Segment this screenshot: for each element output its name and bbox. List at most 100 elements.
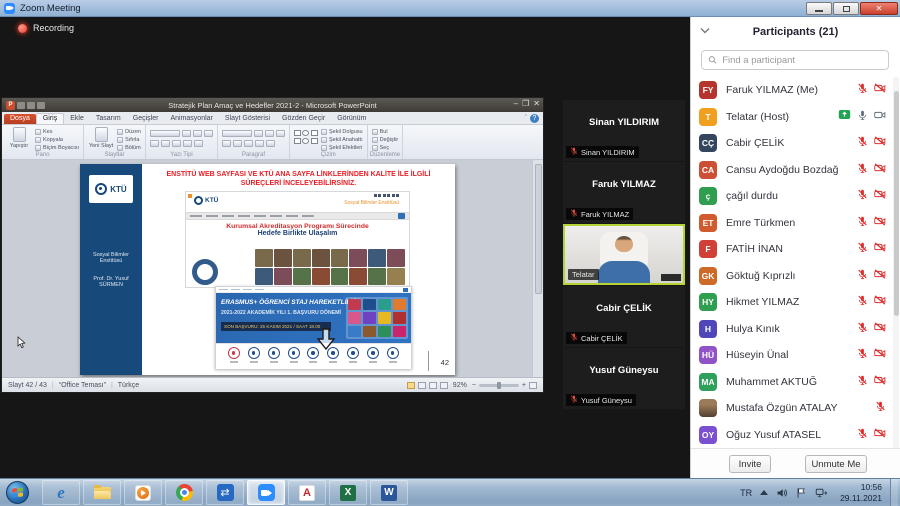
video-name-label: Yusuf Güneysu (566, 394, 636, 406)
participant-row[interactable]: MAMuhammet AKTUĞ (691, 369, 894, 396)
video-off-icon (874, 293, 886, 311)
participant-row[interactable]: FYFaruk YILMAZ (Me) (691, 77, 894, 104)
video-off-icon (874, 161, 886, 179)
close-button[interactable]: ✕ (860, 2, 898, 15)
participant-name: Emre Türkmen (726, 217, 853, 229)
ppt-tab-ekle: Ekle (64, 114, 90, 124)
taskbar-excel-icon[interactable]: X (329, 480, 367, 505)
help-icon: ? (530, 114, 539, 123)
search-input[interactable] (722, 55, 882, 66)
windows-orb-icon (6, 481, 29, 504)
participant-row[interactable]: OYOğuz Yusuf ATASEL (691, 422, 894, 449)
ppt-window-controls: –❐✕ (514, 99, 540, 108)
mic-muted-icon (857, 267, 868, 285)
avatar: CA (699, 161, 717, 179)
participant-row[interactable]: HÜ Hüseyin Ünal (691, 342, 894, 369)
participant-row[interactable]: GKGöktuğ Kıprızlı (691, 263, 894, 290)
avatar: H (699, 320, 717, 338)
taskbar-file-explorer-icon[interactable] (83, 480, 121, 505)
video-off-icon (874, 320, 886, 338)
taskbar-word-icon[interactable]: W (370, 480, 408, 505)
taskbar-media-player-icon[interactable] (124, 480, 162, 505)
video-name-label: Telatar (568, 269, 599, 280)
video-tile-telatar[interactable]: Telatar (563, 224, 685, 285)
taskbar-chrome-icon[interactable] (165, 480, 203, 505)
slide-number: 42 (441, 358, 449, 367)
video-name-label: Sinan YILDIRIM (566, 146, 639, 158)
mic-muted-icon (857, 373, 868, 391)
video-off-icon (874, 187, 886, 205)
window-title: Zoom Meeting (20, 3, 81, 14)
participants-scrollbar[interactable] (893, 77, 899, 448)
start-button[interactable] (0, 479, 34, 506)
taskbar-teamviewer-icon[interactable]: ⇄ (206, 480, 244, 505)
avatar: HÜ (699, 346, 717, 364)
video-tile-sinan-yildirim[interactable]: Sinan YILDIRIMSinan YILDIRIM (563, 100, 685, 161)
participant-row[interactable]: Mustafa Özgün ATALAY (691, 395, 894, 422)
language-indicator[interactable]: TR (740, 488, 752, 498)
restore-button[interactable] (833, 2, 859, 15)
slide-institute: Sosyal Bilimler Enstitüsü (83, 252, 139, 264)
participant-row[interactable]: HYHikmet YILMAZ (691, 289, 894, 316)
volume-icon[interactable] (776, 487, 788, 499)
invite-button[interactable]: Invite (729, 455, 771, 473)
avatar (699, 399, 717, 417)
fit-to-window-icon (529, 382, 537, 389)
taskbar-internet-explorer-icon[interactable]: e (42, 480, 80, 505)
hidden-icons-arrow[interactable] (760, 490, 768, 495)
taskbar-acrobat-reader-icon[interactable]: A (288, 480, 326, 505)
system-tray: TR 10:56 29.11.2021 (740, 479, 900, 506)
shared-screen-powerpoint: P Stratejik Plan Amaç ve Hedefler 2021-2… (2, 98, 543, 392)
participants-title: Participants (21) (691, 26, 900, 38)
muted-mic-icon (570, 395, 578, 405)
mic-muted-icon (857, 320, 868, 338)
quick-links-icons (216, 343, 411, 369)
participant-search[interactable] (701, 50, 889, 70)
ppt-zoom-level: 92% (453, 382, 467, 389)
action-center-flag-icon[interactable] (796, 487, 807, 499)
video-off-icon (874, 267, 886, 285)
participant-name: FATİH İNAN (726, 243, 853, 255)
video-tile-cabir-çeli̇k[interactable]: Cabir ÇELİKCabir ÇELİK (563, 286, 685, 347)
video-tile-faruk-yilmaz[interactable]: Faruk YILMAZFaruk YILMAZ (563, 162, 685, 223)
clock[interactable]: 10:56 29.11.2021 (840, 482, 882, 503)
ppt-ribbon: YapıştırKesKopyalaBiçim BoyacısıPanoYeni… (2, 125, 543, 160)
participant-row[interactable]: H Hulya Kınık (691, 316, 894, 343)
participant-row[interactable]: ETEmre Türkmen (691, 210, 894, 237)
taskbar-zoom-icon[interactable] (247, 480, 285, 505)
slide-side-band: KTÜ Sosyal Bilimler Enstitüsü Prof. Dr. … (80, 164, 142, 375)
participant-row[interactable]: CA Cansu Aydoğdu Bozdağ (691, 157, 894, 184)
ppt-tab-görünüm: Görünüm (331, 114, 372, 124)
participant-name: çağıl durdu (726, 190, 853, 202)
participant-name: Hüseyin Ünal (726, 349, 853, 361)
site-logo: KTÜ (194, 196, 218, 205)
video-tile-yusuf-güneysu[interactable]: Yusuf GüneysuYusuf Güneysu (563, 348, 685, 409)
social-icons (374, 194, 400, 197)
participant-name: Hulya Kınık (726, 323, 853, 335)
site-banner-line2: Hedefe Birlikte Ulaşalım (186, 230, 409, 237)
avatar: HY (699, 293, 717, 311)
video-off-icon (874, 346, 886, 364)
ppt-group-düzenleme: BulDeğiştirSeçDüzenleme (368, 125, 404, 159)
view-sorter-icon (418, 382, 426, 389)
ppt-tab-slayt-gösterisi: Slayt Gösterisi (219, 114, 276, 124)
ppt-tab-geçişler: Geçişler (127, 114, 165, 124)
video-off-icon (874, 426, 886, 444)
show-desktop-button[interactable] (890, 479, 898, 506)
participant-row[interactable]: FFATİH İNAN (691, 236, 894, 263)
participant-row[interactable]: ççağıl durdu (691, 183, 894, 210)
muted-mic-icon (570, 209, 578, 219)
ppt-tab-dosya: Dosya (4, 114, 36, 124)
avatar: FY (699, 81, 717, 99)
ppt-window-title: Stratejik Plan Amaç ve Hedefler 2021-2 -… (2, 101, 543, 110)
muted-mic-icon (570, 147, 578, 157)
unmute-me-button[interactable]: Unmute Me (805, 455, 867, 473)
participants-list: FYFaruk YILMAZ (Me)TTelatar (Host)CÇCabi… (691, 77, 894, 448)
avatar: GK (699, 267, 717, 285)
network-icon[interactable] (815, 487, 828, 499)
participant-name: Cansu Aydoğdu Bozdağ (726, 164, 853, 176)
slide: KTÜ Sosyal Bilimler Enstitüsü Prof. Dr. … (80, 164, 455, 375)
minimize-button[interactable] (806, 2, 832, 15)
participant-row[interactable]: CÇCabir ÇELİK (691, 130, 894, 157)
participant-row[interactable]: TTelatar (Host) (691, 104, 894, 131)
